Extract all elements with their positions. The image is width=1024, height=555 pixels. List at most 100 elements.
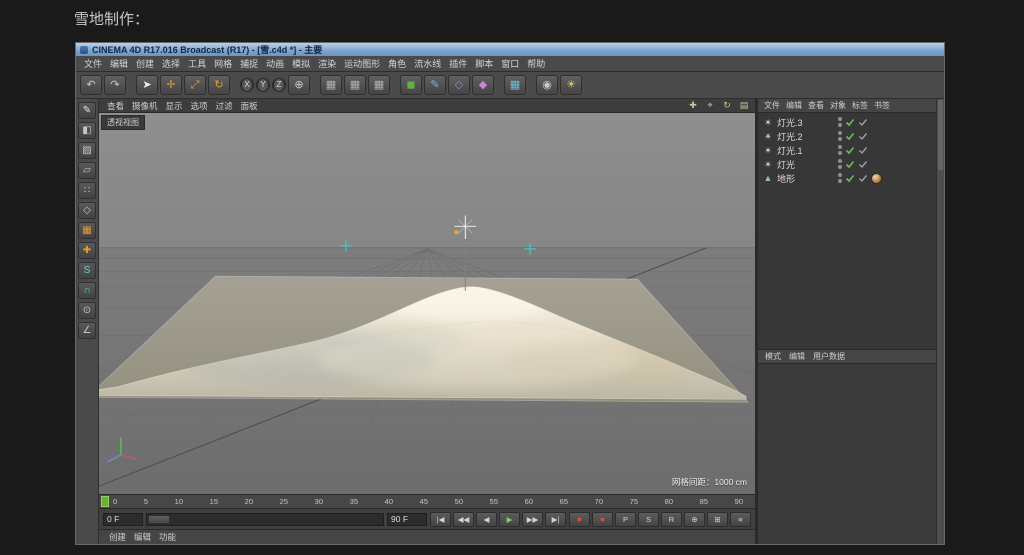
menu-item[interactable]: 角色 xyxy=(384,57,410,70)
render-view-icon[interactable]: ▦ xyxy=(320,75,342,95)
visibility-toggle-icons[interactable] xyxy=(838,159,842,169)
materials-menu-item[interactable]: 编辑 xyxy=(130,531,155,543)
edges-mode-icon[interactable]: ◇ xyxy=(78,202,96,219)
toolbar-separator[interactable] xyxy=(496,75,502,95)
frame-tick[interactable]: 65 xyxy=(560,497,568,506)
enabled-check-icon[interactable] xyxy=(845,131,855,141)
object-manager-menu-item[interactable]: 书签 xyxy=(871,100,893,111)
menu-item[interactable]: 窗口 xyxy=(497,57,523,70)
material-tag-icon[interactable] xyxy=(871,173,882,184)
points-mode-icon[interactable]: ∷ xyxy=(78,182,96,199)
visibility-toggle-icons[interactable] xyxy=(838,131,842,141)
frame-tick[interactable]: 50 xyxy=(455,497,463,506)
lock-workplane-icon[interactable]: ⊙ xyxy=(78,302,96,319)
display-mode-icon[interactable]: ▦ xyxy=(504,75,526,95)
frame-tick[interactable]: 45 xyxy=(420,497,428,506)
object-row-light-1[interactable]: ☀ 灯光.1 xyxy=(758,143,944,157)
render-picture-viewer-icon[interactable]: ▦ xyxy=(344,75,366,95)
object-name[interactable]: 灯光 xyxy=(777,158,835,171)
attribute-tab[interactable]: 模式 xyxy=(761,351,785,362)
menu-item[interactable]: 动画 xyxy=(262,57,288,70)
view-pan-icon[interactable]: ✚ xyxy=(686,100,700,111)
timeline-slider-handle[interactable] xyxy=(148,515,170,524)
deformers-menu-icon[interactable]: ◆ xyxy=(472,75,494,95)
frame-tick[interactable]: 75 xyxy=(630,497,638,506)
frame-tick[interactable]: 70 xyxy=(595,497,603,506)
enabled-check-icon[interactable] xyxy=(845,159,855,169)
menu-item[interactable]: 文件 xyxy=(80,57,106,70)
generators-menu-icon[interactable]: ◇ xyxy=(448,75,470,95)
record-keyframe-button[interactable]: ● xyxy=(569,512,590,527)
timeline-slider[interactable] xyxy=(146,513,384,526)
frame-tick[interactable]: 30 xyxy=(315,497,323,506)
menu-item[interactable]: 流水线 xyxy=(410,57,445,70)
attribute-tab[interactable]: 用户数据 xyxy=(809,351,849,362)
materials-menu-item[interactable]: 功能 xyxy=(155,531,180,543)
object-manager-menu-item[interactable]: 标签 xyxy=(849,100,871,111)
autokey-button[interactable]: ● xyxy=(592,512,613,527)
camera-icon[interactable]: ◉ xyxy=(536,75,558,95)
deform-check-icon[interactable] xyxy=(858,131,868,141)
frame-tick[interactable]: 25 xyxy=(280,497,288,506)
current-frame-marker[interactable] xyxy=(101,496,109,507)
z-axis-lock-icon[interactable]: Z xyxy=(272,78,286,92)
object-icon[interactable]: ☀ xyxy=(762,132,774,141)
view-toggle-icon[interactable]: ▤ xyxy=(737,100,751,111)
frame-tick[interactable]: 80 xyxy=(665,497,673,506)
visibility-toggle-icons[interactable] xyxy=(838,145,842,155)
deform-check-icon[interactable] xyxy=(858,159,868,169)
enable-snap-icon[interactable]: ∩ xyxy=(78,282,96,299)
texture-mode-icon[interactable]: ▨ xyxy=(78,142,96,159)
frame-tick[interactable]: 60 xyxy=(525,497,533,506)
object-name[interactable]: 灯光.2 xyxy=(777,130,835,143)
timeline-options-button[interactable]: ≡ xyxy=(730,512,751,527)
go-to-start-button[interactable]: |◀ xyxy=(430,512,451,527)
object-icon[interactable]: ☀ xyxy=(762,160,774,169)
viewport-menu-item[interactable]: 摄像机 xyxy=(128,100,162,112)
toolbar-separator[interactable] xyxy=(392,75,398,95)
frame-tick[interactable]: 85 xyxy=(700,497,708,506)
record-parameter-button[interactable]: ⊕ xyxy=(684,512,705,527)
object-icon[interactable]: ☀ xyxy=(762,118,774,127)
viewport-menu-item[interactable]: 选项 xyxy=(187,100,212,112)
viewport-solo-icon[interactable]: S xyxy=(78,262,96,279)
menu-item[interactable]: 渲染 xyxy=(314,57,340,70)
object-manager-menu-item[interactable]: 对象 xyxy=(827,100,849,111)
menu-item[interactable]: 网格 xyxy=(210,57,236,70)
y-axis-lock-icon[interactable]: Y xyxy=(256,78,270,92)
frame-tick[interactable]: 35 xyxy=(350,497,358,506)
next-key-button[interactable]: ▶▶ xyxy=(522,512,543,527)
go-to-end-button[interactable]: ▶| xyxy=(545,512,566,527)
model-mode-icon[interactable]: ◧ xyxy=(78,122,96,139)
record-rotation-button[interactable]: R xyxy=(661,512,682,527)
end-frame-field[interactable]: 90 F xyxy=(387,513,427,526)
toolbar-separator[interactable] xyxy=(232,75,238,95)
object-row-light-3[interactable]: ☀ 灯光.3 xyxy=(758,115,944,129)
deform-check-icon[interactable] xyxy=(858,173,868,183)
scrollbar-thumb[interactable] xyxy=(938,100,943,170)
light-icon[interactable]: ☀ xyxy=(560,75,582,95)
frame-tick[interactable]: 5 xyxy=(144,497,148,506)
view-label[interactable]: 透视视图 xyxy=(101,115,145,130)
menu-item[interactable]: 工具 xyxy=(184,57,210,70)
viewport-canvas[interactable]: 透视视图 网格间距：1000 cm xyxy=(99,113,755,494)
move-icon[interactable]: ✛ xyxy=(160,75,182,95)
menu-item[interactable]: 创建 xyxy=(132,57,158,70)
timeline-ruler[interactable]: 051015202530354045505560657075808590 xyxy=(99,494,755,508)
viewport-menu-item[interactable]: 面板 xyxy=(237,100,262,112)
view-rotate-icon[interactable]: ↻ xyxy=(720,100,734,111)
object-row-landscape[interactable]: ▲ 地形 xyxy=(758,171,944,185)
object-name[interactable]: 灯光.1 xyxy=(777,144,835,157)
make-editable-icon[interactable]: ✎ xyxy=(78,102,96,119)
scale-icon[interactable]: ⤢ xyxy=(184,75,206,95)
deform-check-icon[interactable] xyxy=(858,117,868,127)
frame-tick[interactable]: 90 xyxy=(735,497,743,506)
toolbar-separator[interactable] xyxy=(312,75,318,95)
object-manager-menu-item[interactable]: 查看 xyxy=(805,100,827,111)
previous-frame-button[interactable]: ◀ xyxy=(476,512,497,527)
menu-item[interactable]: 插件 xyxy=(445,57,471,70)
enable-axis-icon[interactable]: ✚ xyxy=(78,242,96,259)
panel-scrollbar[interactable] xyxy=(936,99,944,544)
attribute-tab[interactable]: 编辑 xyxy=(785,351,809,362)
menu-item[interactable]: 选择 xyxy=(158,57,184,70)
